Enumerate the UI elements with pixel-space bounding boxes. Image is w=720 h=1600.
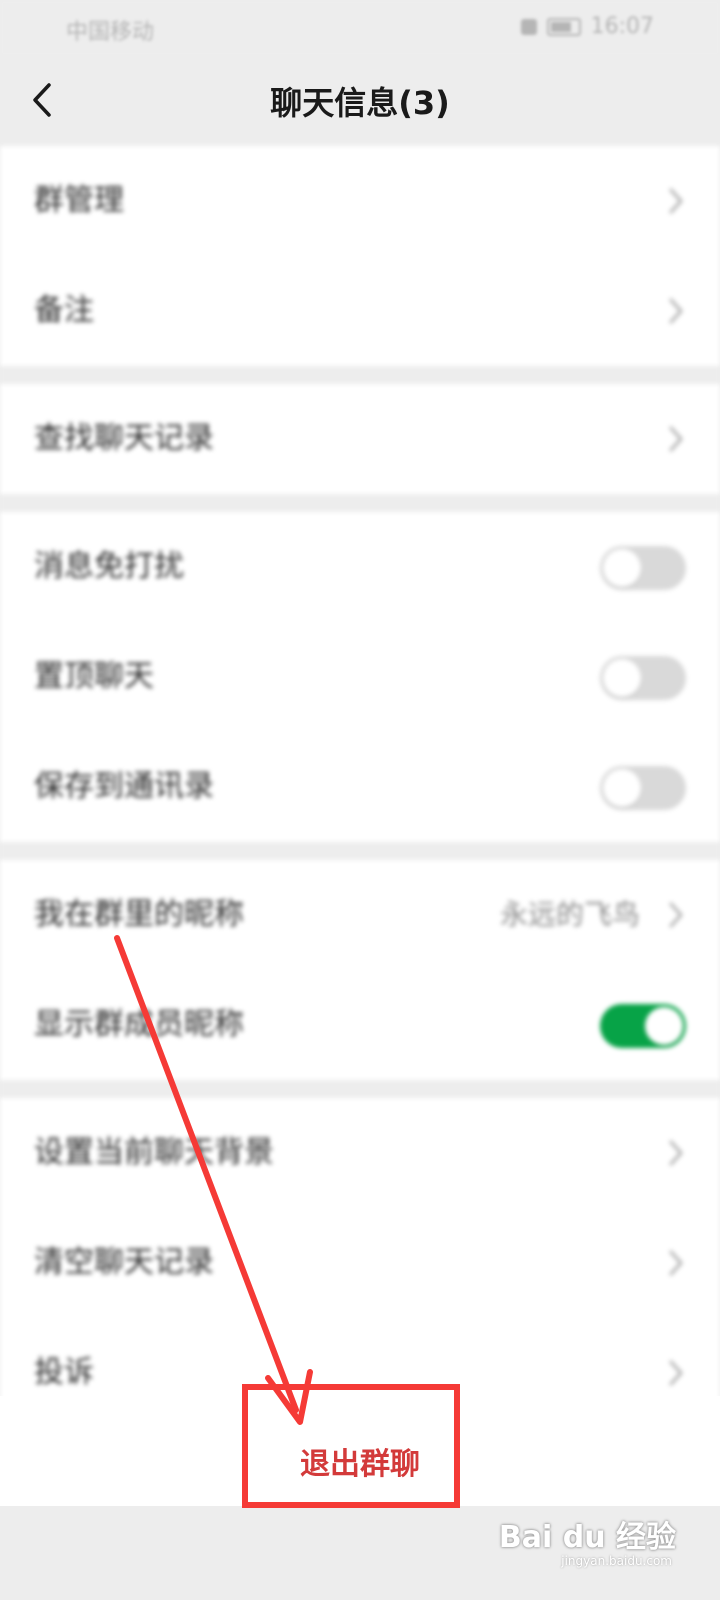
watermark-logo: Bai du 经验 (498, 1520, 676, 1555)
annotation-arrow (114, 935, 313, 1425)
watermark-url: jingyan.baidu.com (561, 1554, 672, 1568)
